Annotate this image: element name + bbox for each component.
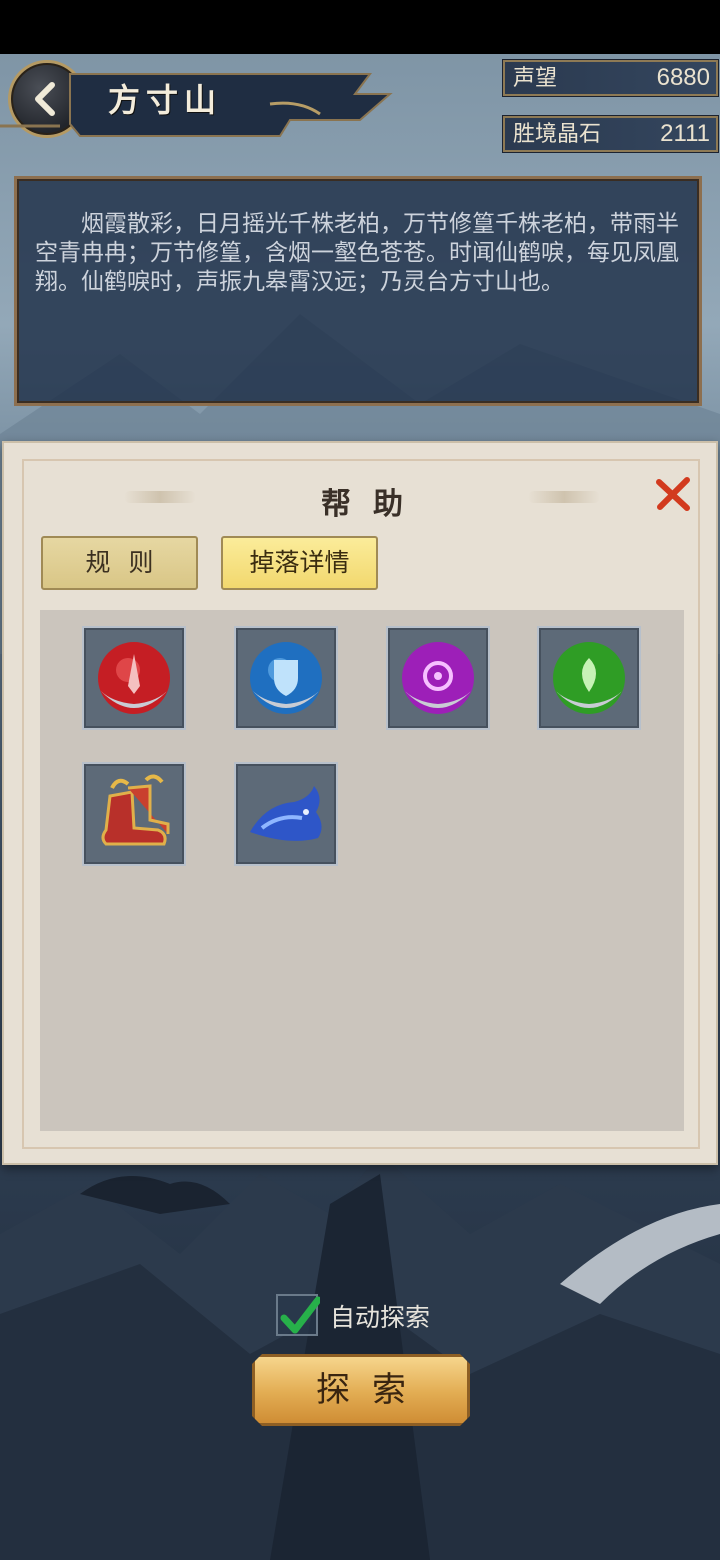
golden-boots-icon	[101, 774, 170, 846]
checkmark-icon	[280, 1296, 322, 1334]
drop-item[interactable]	[234, 762, 338, 866]
tab-drop-details[interactable]: 掉落详情	[221, 536, 378, 590]
drop-item[interactable]	[386, 626, 490, 730]
reputation-label: 声望	[513, 65, 558, 90]
drop-item[interactable]	[82, 626, 186, 730]
tab-rules[interactable]: 规则	[41, 536, 198, 590]
crystal-label: 胜境晶石	[513, 121, 602, 146]
close-button[interactable]	[650, 471, 696, 517]
purple-eye-orb-icon	[402, 642, 474, 714]
crystal-counter: 胜境晶石 2111	[503, 116, 718, 152]
green-leaf-orb-icon	[553, 642, 625, 714]
help-title: 帮助	[321, 487, 425, 522]
status-bar	[0, 0, 720, 54]
red-sword-orb-icon	[98, 642, 170, 714]
drop-items-grid	[40, 610, 684, 1131]
auto-explore-label: 自动探索	[330, 1304, 431, 1332]
reputation-counter: 声望 6880	[503, 60, 718, 96]
crystal-value: 2111	[660, 120, 710, 147]
blue-creature-icon	[250, 786, 322, 841]
drop-item[interactable]	[537, 626, 641, 730]
description-panel: 烟霞散彩，日月摇光千株老柏，万节修篁千株老柏，带雨半空青冉冉；万节修篁，含烟一壑…	[14, 176, 702, 406]
auto-explore-checkbox[interactable]	[276, 1294, 322, 1336]
page-title: 方寸山	[108, 81, 223, 119]
reputation-value: 6880	[656, 64, 710, 91]
blue-shield-orb-icon	[250, 642, 322, 714]
explore-button[interactable]: 探索	[252, 1354, 470, 1426]
help-dialog: 帮助 规则 掉落详情	[2, 441, 718, 1165]
description-text: 烟霞散彩，日月摇光千株老柏，万节修篁千株老柏，带雨半空青冉冉；万节修篁，含烟一壑…	[35, 210, 679, 294]
close-icon	[656, 477, 690, 511]
drop-item[interactable]	[234, 626, 338, 730]
drop-item[interactable]	[82, 762, 186, 866]
